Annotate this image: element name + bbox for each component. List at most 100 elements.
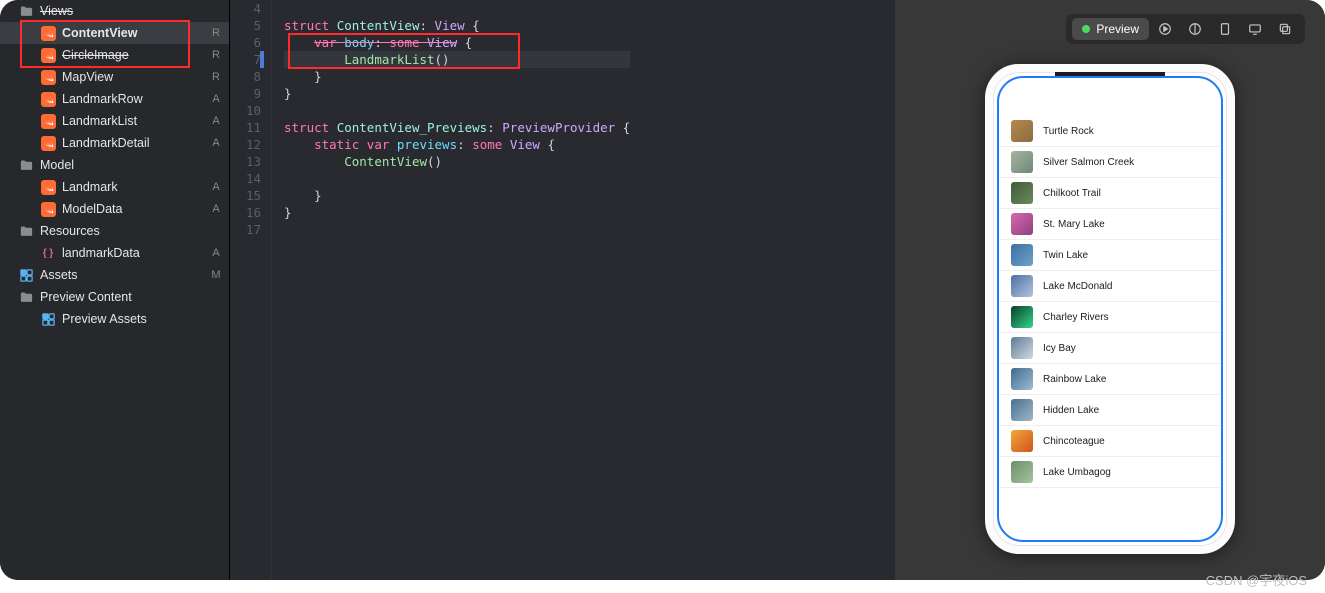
thumbnail-icon <box>1011 430 1033 452</box>
landmark-list[interactable]: Turtle Rock Silver Salmon CreekChilkoot T… <box>999 78 1221 488</box>
landmark-name: Hidden Lake <box>1043 405 1099 416</box>
xcode-window: ViewsContentViewRCircleImageRMapViewRLan… <box>0 0 1325 580</box>
json-icon: { } <box>40 245 56 261</box>
nav-file[interactable]: LandmarkListA <box>0 110 229 132</box>
code-line[interactable]: ContentView() <box>284 153 630 170</box>
list-item[interactable]: Hidden Lake <box>999 395 1221 426</box>
nav-group-label: Assets <box>40 268 209 282</box>
nav-group-label: Resources <box>40 224 223 238</box>
line-number: 7 <box>230 51 261 68</box>
code-line[interactable]: LandmarkList() <box>284 51 630 68</box>
vcs-badge: R <box>209 27 223 39</box>
nav-group[interactable]: Resources <box>0 220 229 242</box>
nav-file[interactable]: { }landmarkDataA <box>0 242 229 264</box>
code-line[interactable] <box>284 0 630 17</box>
thumbnail-icon <box>1011 337 1033 359</box>
nav-group[interactable]: Model <box>0 154 229 176</box>
nav-file[interactable]: LandmarkA <box>0 176 229 198</box>
list-item[interactable]: Charley Rivers <box>999 302 1221 333</box>
nav-file-label: Preview Assets <box>62 312 223 326</box>
folder-icon <box>18 289 34 305</box>
landmark-name: Lake Umbagog <box>1043 467 1111 478</box>
swift-icon <box>40 113 56 129</box>
line-number: 9 <box>230 85 261 102</box>
list-item[interactable]: St. Mary Lake <box>999 209 1221 240</box>
line-gutter: 4567891011121314151617 <box>230 0 272 580</box>
list-item[interactable]: Silver Salmon Creek <box>999 147 1221 178</box>
preview-duplicate-icon[interactable] <box>1271 17 1299 41</box>
list-item[interactable]: Icy Bay <box>999 333 1221 364</box>
list-item[interactable]: Lake McDonald <box>999 271 1221 302</box>
list-item[interactable]: Chincoteague <box>999 426 1221 457</box>
code-line[interactable]: struct ContentView: View { <box>284 17 630 34</box>
landmark-name: Lake McDonald <box>1043 281 1112 292</box>
code-line[interactable]: } <box>284 68 630 85</box>
swift-icon <box>40 47 56 63</box>
vcs-badge: A <box>209 137 223 149</box>
line-number: 5 <box>230 17 261 34</box>
nav-group[interactable]: AssetsM <box>0 264 229 286</box>
line-number: 12 <box>230 136 261 153</box>
thumbnail-icon <box>1011 399 1033 421</box>
nav-file-label: CircleImage <box>62 48 209 62</box>
list-item[interactable]: Chilkoot Trail <box>999 178 1221 209</box>
watermark: CSDN @宇夜iOS <box>1206 570 1307 589</box>
preview-variants-icon[interactable] <box>1181 17 1209 41</box>
preview-panel: Preview Turtle RockSilver Salmon CreekCh… <box>895 0 1325 580</box>
code-line[interactable] <box>284 170 630 187</box>
code-line[interactable]: } <box>284 204 630 221</box>
thumbnail-icon <box>1011 461 1033 483</box>
vcs-badge: A <box>209 247 223 259</box>
vcs-badge: R <box>209 71 223 83</box>
nav-group[interactable]: Views <box>0 0 229 22</box>
swift-icon <box>40 91 56 107</box>
nav-file[interactable]: ModelDataA <box>0 198 229 220</box>
code-line[interactable]: static var previews: some View { <box>284 136 630 153</box>
landmark-name: Rainbow Lake <box>1043 374 1106 385</box>
line-number: 6 <box>230 34 261 51</box>
list-item[interactable]: Lake Umbagog <box>999 457 1221 488</box>
list-item[interactable]: Turtle Rock <box>999 116 1221 147</box>
code-line[interactable]: } <box>284 187 630 204</box>
landmark-name: St. Mary Lake <box>1043 219 1105 230</box>
code-line[interactable]: } <box>284 85 630 102</box>
code-editor[interactable]: 4567891011121314151617 struct ContentVie… <box>230 0 895 580</box>
swift-icon <box>40 25 56 41</box>
vcs-badge: R <box>209 49 223 61</box>
code-line[interactable]: var body: some View { <box>284 34 630 51</box>
nav-file[interactable]: MapViewR <box>0 66 229 88</box>
code-line[interactable] <box>284 221 630 238</box>
nav-file-label: MapView <box>62 70 209 84</box>
nav-file-label: LandmarkList <box>62 114 209 128</box>
nav-file[interactable]: LandmarkRowA <box>0 88 229 110</box>
line-number: 8 <box>230 68 261 85</box>
swift-icon <box>40 201 56 217</box>
nav-file[interactable]: ContentViewR <box>0 22 229 44</box>
assets-icon <box>40 311 56 327</box>
thumbnail-icon <box>1011 151 1033 173</box>
preview-display-icon[interactable] <box>1241 17 1269 41</box>
landmark-name: Turtle Rock <box>1043 126 1094 137</box>
line-number: 16 <box>230 204 261 221</box>
code-line[interactable]: struct ContentView_Previews: PreviewProv… <box>284 119 630 136</box>
nav-file[interactable]: LandmarkDetailA <box>0 132 229 154</box>
nav-file[interactable]: Preview Assets <box>0 308 229 330</box>
nav-group-label: Model <box>40 158 223 172</box>
nav-file-label: ContentView <box>62 26 209 40</box>
nav-group[interactable]: Preview Content <box>0 286 229 308</box>
line-number: 17 <box>230 221 261 238</box>
nav-file-label: LandmarkRow <box>62 92 209 106</box>
list-item[interactable]: Twin Lake <box>999 240 1221 271</box>
swift-icon <box>40 69 56 85</box>
change-bar <box>260 51 264 68</box>
preview-status-pill[interactable]: Preview <box>1072 18 1149 40</box>
list-item[interactable]: Rainbow Lake <box>999 364 1221 395</box>
nav-file-label: LandmarkDetail <box>62 136 209 150</box>
landmark-name: Charley Rivers <box>1043 312 1109 323</box>
nav-file[interactable]: CircleImageR <box>0 44 229 66</box>
code-line[interactable] <box>284 102 630 119</box>
code-area[interactable]: struct ContentView: View { var body: som… <box>272 0 630 580</box>
preview-run-icon[interactable] <box>1151 17 1179 41</box>
preview-device-icon[interactable] <box>1211 17 1239 41</box>
device-frame: Turtle Rock Silver Salmon CreekChilkoot T… <box>985 64 1235 554</box>
